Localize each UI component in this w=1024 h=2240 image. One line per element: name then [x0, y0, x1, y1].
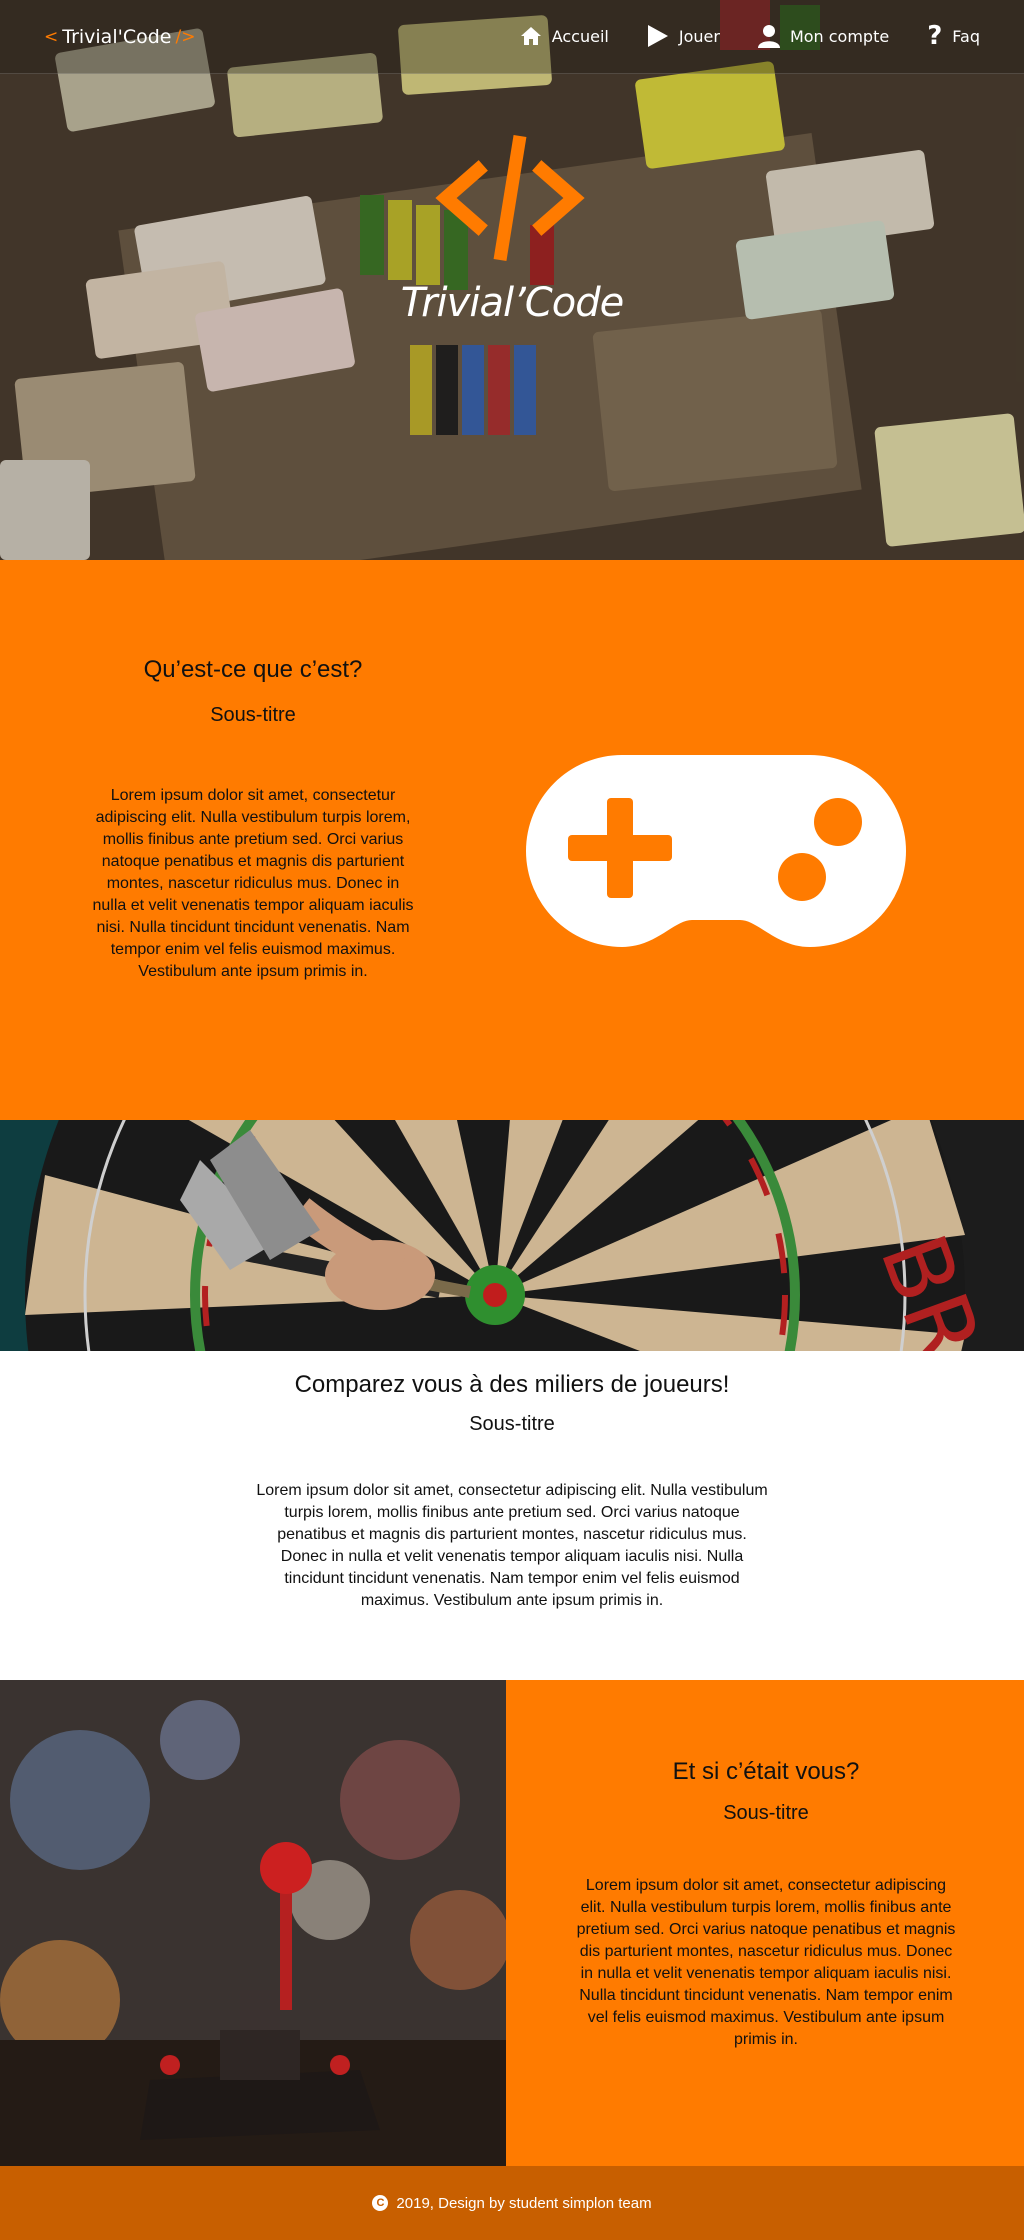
compare-section: Comparez vous à des miliers de joueurs! … — [0, 1351, 1024, 1680]
nav-item-label: Jouer — [678, 26, 720, 46]
about-section: Qu’est-ce que c’est? Sous-titre Lorem ip… — [0, 560, 1024, 1120]
challenge-text-column: Et si c’était vous? Sous-titre Lorem ips… — [576, 1758, 956, 2051]
nav-item-label: Faq — [952, 26, 980, 46]
copyright-icon: C — [372, 2195, 389, 2211]
brand-close-bracket: /> — [175, 27, 196, 47]
section-subtitle: Sous-titre — [469, 1413, 555, 1435]
main-menu: Accueil Jouer Mon compte ? Faq — [520, 21, 980, 51]
hero-title: Trivial’Code — [400, 280, 624, 326]
code-logo-icon — [435, 134, 585, 262]
user-icon — [757, 25, 780, 48]
question-icon: ? — [927, 21, 943, 51]
section-title: Qu’est-ce que c’est? — [143, 656, 363, 683]
darts-image: BRS — [0, 1120, 1024, 1351]
play-icon — [647, 25, 668, 47]
footer: C 2019, Design by student simplon team — [0, 2166, 1024, 2240]
page: < Trivial'Code /> Accueil Jouer Mon comp… — [0, 0, 1024, 2240]
challenge-section: Et si c’était vous? Sous-titre Lorem ips… — [506, 1680, 1024, 2166]
top-navigation: < Trivial'Code /> Accueil Jouer Mon comp… — [0, 0, 1024, 74]
footer-text: 2019, Design by student simplon team — [396, 2194, 652, 2212]
brand-logo[interactable]: < Trivial'Code /> — [44, 26, 195, 48]
joystick-image — [0, 1680, 506, 2166]
section-title: Comparez vous à des miliers de joueurs! — [294, 1371, 730, 1398]
nav-item-label: Mon compte — [789, 26, 890, 46]
about-text-column: Qu’est-ce que c’est? Sous-titre Lorem ip… — [90, 656, 416, 983]
section-subtitle: Sous-titre — [210, 704, 296, 726]
joystick-photo — [0, 1680, 506, 2166]
nav-item-mon-compte[interactable]: Mon compte — [757, 24, 890, 48]
section-body: Lorem ipsum dolor sit amet, consectetur … — [576, 1877, 956, 2048]
section-title: Et si c’était vous? — [672, 1758, 860, 1785]
nav-item-accueil[interactable]: Accueil — [520, 24, 609, 48]
nav-item-jouer[interactable]: Jouer — [647, 24, 720, 48]
section-subtitle: Sous-titre — [723, 1802, 809, 1824]
nav-item-faq[interactable]: ? Faq — [927, 21, 980, 51]
brand-name: Trivial'Code — [62, 26, 172, 48]
hero-banner: < Trivial'Code /> Accueil Jouer Mon comp… — [0, 0, 1024, 560]
section-body: Lorem ipsum dolor sit amet, consectetur … — [256, 1482, 768, 1609]
section-body: Lorem ipsum dolor sit amet, consectetur … — [92, 787, 414, 980]
gamepad-icon — [526, 755, 906, 947]
brand-open-bracket: < — [44, 27, 59, 47]
darts-photo: BRS — [0, 1120, 1024, 1351]
nav-item-label: Accueil — [551, 26, 609, 46]
home-icon — [520, 27, 541, 45]
